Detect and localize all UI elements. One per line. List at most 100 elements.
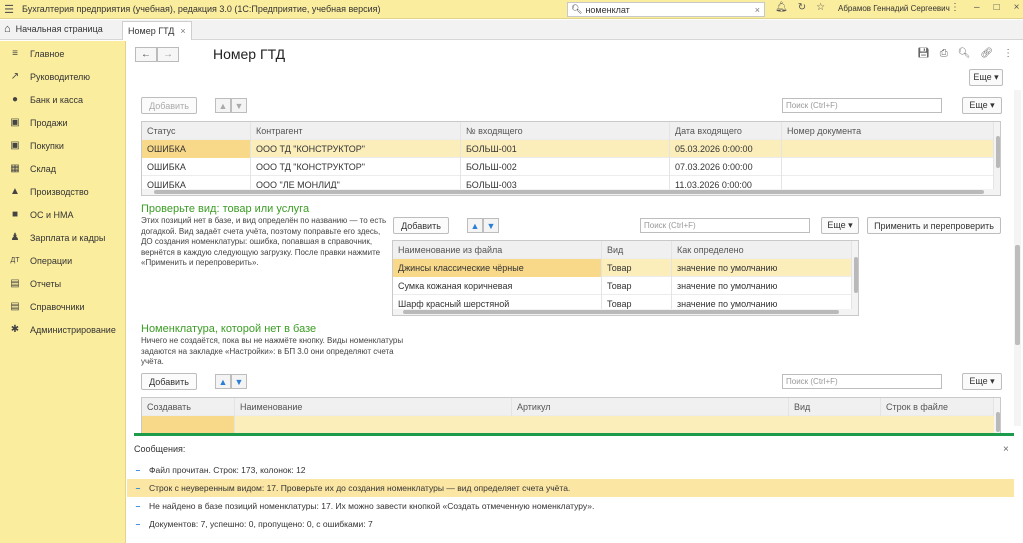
minimize-icon[interactable]: – xyxy=(974,2,980,13)
table-cell[interactable] xyxy=(142,416,235,433)
table-cell[interactable]: ООО ТД "КОНСТРУКТОР" xyxy=(251,158,461,176)
column-header[interactable]: Наименование xyxy=(235,398,512,416)
table-cell[interactable]: БОЛЬШ-002 xyxy=(461,158,670,176)
close-messages-icon[interactable]: × xyxy=(1003,444,1009,455)
back-button[interactable]: ← xyxy=(135,47,157,62)
scroll-thumb[interactable] xyxy=(154,190,984,194)
table-cell[interactable]: 05.03.2026 0:00:00 xyxy=(670,140,782,158)
favorites-icon[interactable]: ☆ xyxy=(816,2,825,13)
table-cell[interactable]: ООО ТД "КОНСТРУКТОР" xyxy=(251,140,461,158)
sidebar-item-catalogs[interactable]: ▤ Справочники xyxy=(0,295,125,318)
column-header[interactable]: Артикул xyxy=(512,398,789,416)
move-up-icon[interactable]: ▲ xyxy=(467,218,483,233)
kind-search-input[interactable]: Поиск (Ctrl+F) xyxy=(640,218,810,233)
close-window-icon[interactable]: × xyxy=(1014,2,1020,13)
scroll-thumb[interactable] xyxy=(996,136,1000,168)
table-cell[interactable]: Джинсы классические чёрные xyxy=(393,259,602,277)
kind-more-button[interactable]: Еще ▾ xyxy=(821,217,859,234)
save-icon[interactable]: 💾︎ xyxy=(917,48,930,59)
sidebar-item-main[interactable]: ≡ Главное xyxy=(0,42,125,65)
items-more-button[interactable]: Еще ▾ xyxy=(962,373,1002,390)
message-item[interactable]: – Файл прочитан. Строк: 173, колонок: 12 xyxy=(127,461,1014,479)
column-header[interactable]: Вид xyxy=(789,398,881,416)
tab-home[interactable]: ⌂ Начальная страница xyxy=(4,23,103,35)
global-search-input[interactable]: номенклат xyxy=(582,5,754,15)
scroll-thumb[interactable] xyxy=(1015,245,1020,345)
move-up-icon[interactable]: ▲ xyxy=(215,374,231,389)
sidebar-item-operations[interactable]: ДТ Операции xyxy=(0,249,125,272)
clear-search-icon[interactable]: × xyxy=(755,5,760,15)
more-menu-icon[interactable]: ⋮ xyxy=(950,2,960,13)
column-header[interactable]: Наименование из файла xyxy=(393,241,602,259)
history-icon[interactable]: ↻ xyxy=(798,2,806,13)
table-cell[interactable]: ОШИБКА xyxy=(142,158,251,176)
preview-icon[interactable]: 🔍︎ xyxy=(958,48,971,59)
sidebar-item-production[interactable]: ▲ Производство xyxy=(0,180,125,203)
vertical-scrollbar[interactable] xyxy=(994,122,1000,195)
tab-document[interactable]: Номер ГТД × xyxy=(122,21,192,40)
sidebar-item-reports[interactable]: ▤ Отчеты xyxy=(0,272,125,295)
table-row[interactable]: Джинсы классические чёрные Товар значени… xyxy=(393,259,852,277)
message-item[interactable]: – Строк с неуверенным видом: 17. Проверьт… xyxy=(127,479,1014,497)
table-row[interactable] xyxy=(142,416,994,433)
move-down-icon[interactable]: ▼ xyxy=(231,98,247,113)
top-search-input[interactable]: Поиск (Ctrl+F) xyxy=(782,98,942,113)
move-down-icon[interactable]: ▼ xyxy=(483,218,499,233)
scroll-thumb[interactable] xyxy=(403,310,839,314)
scroll-thumb[interactable] xyxy=(996,412,1000,432)
sidebar-item-manager[interactable]: ↗ Руководителю xyxy=(0,65,125,88)
table-cell[interactable]: ОШИБКА xyxy=(142,140,251,158)
global-search[interactable]: 🔍︎ номенклат × xyxy=(567,2,765,17)
sidebar-item-warehouse[interactable]: ▦ Склад xyxy=(0,157,125,180)
items-add-button[interactable]: Добавить xyxy=(141,373,197,390)
print-icon[interactable]: ⎙ xyxy=(940,48,948,59)
sidebar-item-sales[interactable]: ▣ Продажи xyxy=(0,111,125,134)
table-row[interactable]: ОШИБКА ООО ТД "КОНСТРУКТОР" БОЛЬШ-002 07… xyxy=(142,158,994,176)
user-name[interactable]: Абрамов Геннадий Сергеевич xyxy=(838,4,950,13)
sidebar-item-assets[interactable]: ■ ОС и НМА xyxy=(0,203,125,226)
sidebar-item-purchases[interactable]: ▣ Покупки xyxy=(0,134,125,157)
column-header[interactable]: Как определено xyxy=(672,241,852,259)
column-header[interactable]: Дата входящего xyxy=(670,122,782,140)
table-cell[interactable]: значение по умолчанию xyxy=(672,277,852,295)
forward-button[interactable]: → xyxy=(157,47,179,62)
move-down-icon[interactable]: ▼ xyxy=(231,374,247,389)
column-header[interactable]: Вид xyxy=(602,241,672,259)
table-cell[interactable] xyxy=(782,158,994,176)
table-cell[interactable]: Товар xyxy=(602,277,672,295)
column-header[interactable]: Номер документа xyxy=(782,122,994,140)
column-header[interactable]: № входящего xyxy=(461,122,670,140)
table-cell[interactable] xyxy=(782,140,994,158)
form-vertical-scrollbar[interactable] xyxy=(1014,90,1021,426)
column-header[interactable]: Строк в файле xyxy=(881,398,994,416)
main-menu-icon[interactable]: ☰ xyxy=(0,3,18,16)
table-cell[interactable]: Товар xyxy=(602,259,672,277)
maximize-icon[interactable]: □ xyxy=(994,2,1000,13)
items-search-input[interactable]: Поиск (Ctrl+F) xyxy=(782,374,942,389)
message-item[interactable]: – Не найдено в базе позиций номенклатуры:… xyxy=(127,497,1014,515)
column-header[interactable]: Контрагент xyxy=(251,122,461,140)
horizontal-scrollbar[interactable] xyxy=(142,189,994,195)
notifications-icon[interactable]: 🔔︎ xyxy=(775,2,788,13)
table-cell[interactable]: значение по умолчанию xyxy=(672,259,852,277)
column-header[interactable]: Создавать xyxy=(142,398,235,416)
horizontal-scrollbar[interactable] xyxy=(393,309,852,315)
sidebar-item-admin[interactable]: ✱ Администрирование xyxy=(0,318,125,341)
form-more-button[interactable]: Еще ▾ xyxy=(969,69,1003,86)
kind-add-button[interactable]: Добавить xyxy=(393,217,449,234)
sidebar-item-bank[interactable]: ● Банк и касса xyxy=(0,88,125,111)
link-icon[interactable]: 🔗︎ xyxy=(980,48,993,59)
scroll-thumb[interactable] xyxy=(854,257,858,293)
panel-divider[interactable] xyxy=(134,433,1014,436)
table-row[interactable]: ОШИБКА ООО ТД "КОНСТРУКТОР" БОЛЬШ-001 05… xyxy=(142,140,994,158)
table-cell[interactable]: Сумка кожаная коричневая xyxy=(393,277,602,295)
vertical-scrollbar[interactable] xyxy=(852,241,858,315)
vertical-scrollbar[interactable] xyxy=(994,398,1000,433)
top-more-button[interactable]: Еще ▾ xyxy=(962,97,1002,114)
more-menu-icon[interactable]: ⋮ xyxy=(1003,48,1013,59)
column-header[interactable]: Статус xyxy=(142,122,251,140)
apply-recheck-button[interactable]: Применить и перепроверить xyxy=(867,217,1001,234)
move-up-icon[interactable]: ▲ xyxy=(215,98,231,113)
table-cell[interactable]: БОЛЬШ-001 xyxy=(461,140,670,158)
top-add-button[interactable]: Добавить xyxy=(141,97,197,114)
